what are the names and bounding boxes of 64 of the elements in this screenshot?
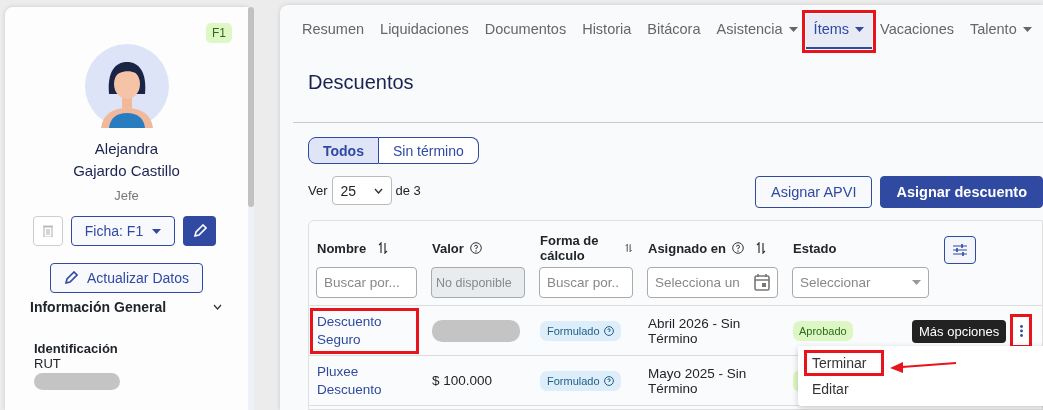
field-label: Identificación (34, 341, 119, 356)
kebab-icon (1019, 324, 1023, 337)
nav-tab[interactable]: Historia (574, 14, 640, 49)
annotation-arrow (890, 360, 956, 374)
filter-field: No disponible (431, 267, 525, 298)
tooltip: Más opciones (912, 320, 1007, 343)
pencil-icon (64, 271, 79, 285)
employee-role: Jefe (114, 188, 139, 203)
column-header: Asignado en (648, 240, 726, 256)
calendar-icon (754, 274, 770, 291)
menu-item[interactable]: Terminar (804, 350, 884, 376)
nav-tab[interactable]: Liquidaciones (372, 14, 477, 49)
trash-icon (42, 225, 53, 237)
caret-icon (152, 228, 162, 234)
nav-tab[interactable]: Asistencia (708, 14, 806, 49)
status-select[interactable]: Seleccionar (792, 267, 929, 298)
menu-item[interactable]: Editar (804, 376, 884, 402)
page-count: de 3 (395, 183, 421, 198)
method-tag: Formulado (540, 320, 621, 341)
caret-icon (788, 26, 798, 32)
assigned-text: Abril 2026 - Sin Término (648, 315, 742, 346)
file-dropdown[interactable]: Ficha: F1 (70, 216, 176, 246)
filter-field[interactable]: Buscar por... (316, 267, 417, 298)
column-header: Nombre (317, 240, 367, 256)
caret-icon (855, 26, 865, 32)
nav-tab[interactable]: Vacaciones (872, 14, 962, 49)
filter-toggle[interactable]: Todos (308, 137, 379, 164)
nav-tab[interactable]: Bitácora (639, 14, 709, 49)
more-options-button[interactable] (1010, 313, 1032, 348)
help-icon (603, 375, 614, 386)
nav-tab[interactable]: Documentos (476, 14, 575, 49)
column-header: Forma de cálculo (540, 233, 600, 263)
chevron-icon (373, 187, 383, 194)
scrollbar[interactable] (248, 7, 254, 410)
nav-tab[interactable]: Talento (961, 14, 1040, 49)
page-title: Descuentos (307, 70, 415, 94)
page-size-label: Ver (308, 183, 328, 198)
method-tag: Formulado (540, 370, 621, 391)
status-tag: Aprobado (793, 320, 853, 341)
caret-icon (912, 280, 921, 285)
pencil-icon (192, 224, 207, 238)
field-sublabel: RUT (34, 356, 62, 371)
column-header: Valor (432, 240, 464, 256)
nav-tab[interactable]: Resumen (294, 14, 373, 49)
discount-link[interactable]: Pluxee Descuento (313, 360, 416, 401)
column-settings-button[interactable] (944, 236, 976, 264)
section-title: Información General (30, 299, 167, 315)
employee-name: Alejandra Gajardo Castillo (73, 139, 180, 181)
caret-icon (1022, 26, 1032, 32)
edit-button[interactable] (183, 216, 217, 246)
date-field[interactable]: Selecciona un (647, 267, 778, 298)
page-size-select[interactable]: 25 (331, 176, 392, 205)
file-badge: F1 (206, 23, 232, 43)
filter-toggle[interactable]: Sin término (378, 137, 479, 164)
value-text: $ 100.000 (432, 373, 493, 388)
assign-apvi-button[interactable]: Asignar APVI (755, 176, 873, 208)
filter-field[interactable]: Buscar por.. (539, 267, 633, 298)
column-header: Estado (793, 240, 837, 256)
update-data-button[interactable]: Actualizar Datos (50, 263, 203, 293)
assigned-text: Mayo 2025 - Sin Término (648, 365, 748, 396)
discount-link[interactable]: Descuento Seguro (313, 310, 416, 351)
assign-discount-button[interactable]: Asignar descuento (880, 176, 1043, 208)
help-icon (603, 325, 614, 336)
sliders-icon (953, 244, 967, 256)
